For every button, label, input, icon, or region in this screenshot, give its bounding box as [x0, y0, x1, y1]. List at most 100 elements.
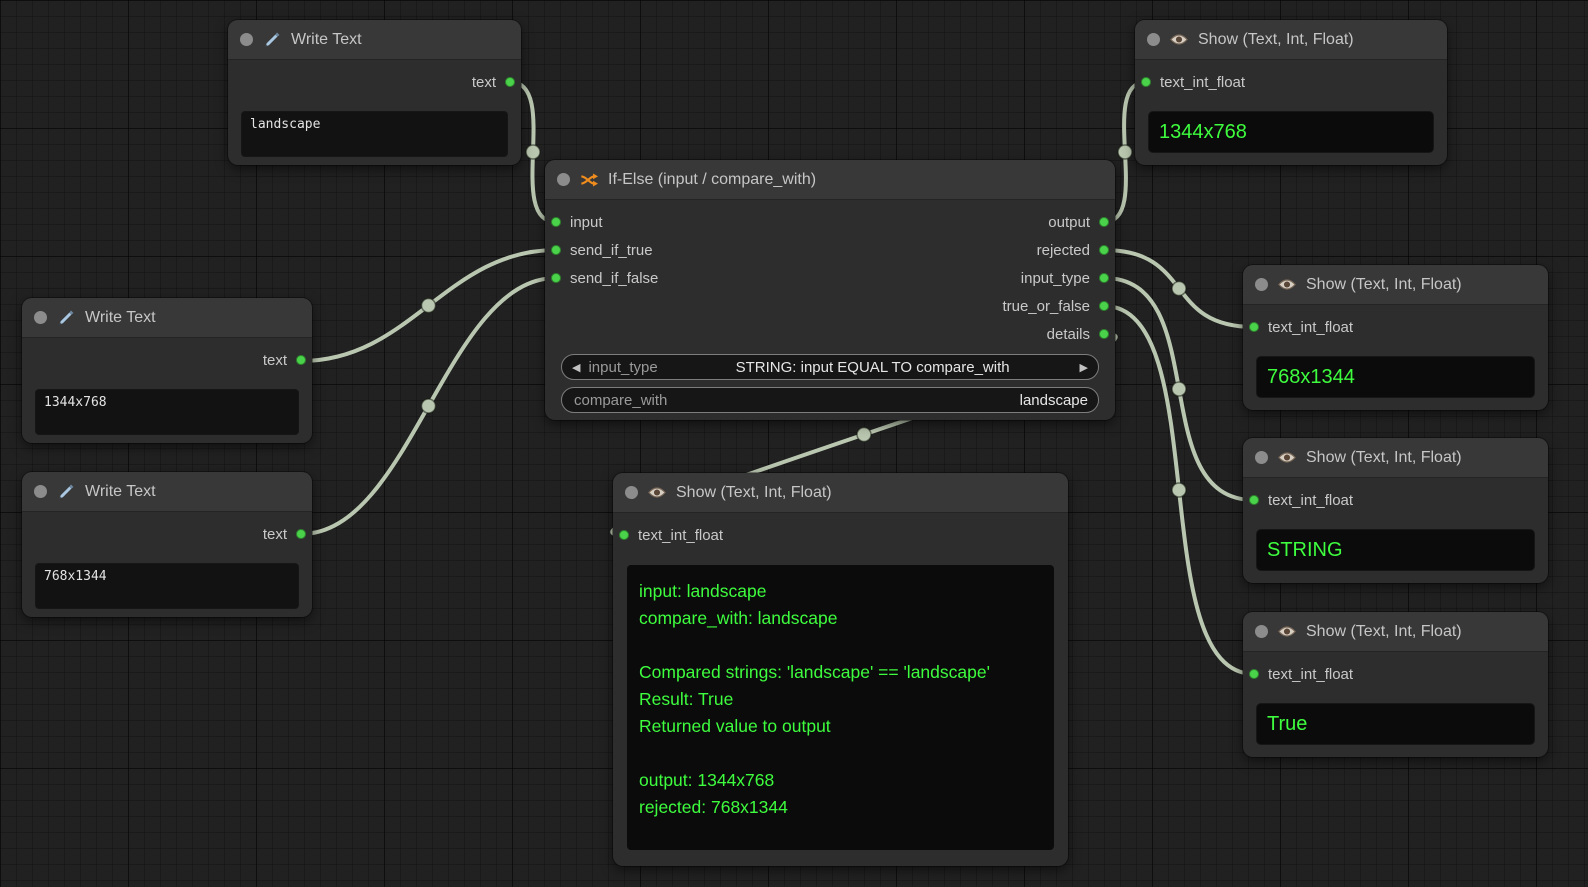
node-header[interactable]: Show (Text, Int, Float) [1135, 20, 1447, 60]
widget-value: landscape [675, 392, 1088, 409]
input-port-text-int-float[interactable] [1141, 77, 1151, 87]
eye-icon [1169, 30, 1189, 50]
link-midpoint-dot[interactable] [1172, 483, 1186, 497]
node-write-text-1[interactable]: Write Text text landscape [228, 20, 521, 165]
node-write-text-2[interactable]: Write Text text 1344x768 [22, 298, 312, 443]
node-show-4[interactable]: Show (Text, Int, Float) text_int_float T… [1243, 612, 1548, 757]
input-port-text-int-float[interactable] [619, 530, 629, 540]
port-label: text_int_float [1268, 492, 1353, 509]
node-if-else[interactable]: If-Else (input / compare_with) input sen… [545, 160, 1115, 420]
show-value-display: 1344x768 [1149, 112, 1433, 152]
port-row: text [22, 346, 312, 374]
link-midpoint-dot[interactable] [422, 299, 436, 313]
link-midpoint-dot[interactable] [422, 399, 436, 413]
show-value-display: True [1257, 704, 1534, 744]
output-port-text[interactable] [505, 77, 515, 87]
input-port-text-int-float[interactable] [1249, 495, 1259, 505]
port-row: rejected [773, 236, 1115, 264]
port-row: true_or_false [773, 292, 1115, 320]
port-row: text_int_float [1243, 313, 1548, 341]
node-show-1[interactable]: Show (Text, Int, Float) text_int_float 1… [1135, 20, 1447, 165]
port-label: output [1048, 214, 1090, 231]
input-port-send-if-true[interactable] [551, 245, 561, 255]
node-show-details[interactable]: Show (Text, Int, Float) text_int_float i… [613, 473, 1068, 866]
node-header[interactable]: Show (Text, Int, Float) [613, 473, 1068, 513]
node-show-2[interactable]: Show (Text, Int, Float) text_int_float 7… [1243, 265, 1548, 410]
node-write-text-3[interactable]: Write Text text 768x1344 [22, 472, 312, 617]
link-midpoint-dot[interactable] [1172, 282, 1186, 296]
node-title: Write Text [291, 31, 362, 49]
node-header[interactable]: Show (Text, Int, Float) [1243, 612, 1548, 652]
output-port-text[interactable] [296, 355, 306, 365]
collapse-toggle-icon[interactable] [1255, 451, 1268, 464]
node-header[interactable]: Write Text [228, 20, 521, 60]
port-label: text [263, 526, 287, 543]
collapse-toggle-icon[interactable] [34, 311, 47, 324]
link-midpoint-dot[interactable] [526, 145, 540, 159]
collapse-toggle-icon[interactable] [240, 33, 253, 46]
port-row: text [22, 520, 312, 548]
link-midpoint-dot[interactable] [1118, 145, 1132, 159]
output-port-details[interactable] [1099, 329, 1109, 339]
output-port-rejected[interactable] [1099, 245, 1109, 255]
port-label: send_if_false [570, 270, 658, 287]
node-graph-canvas[interactable]: Write Text text landscape Write Text te [0, 0, 1588, 887]
link-midpoint-dot[interactable] [857, 428, 871, 442]
eye-icon [647, 483, 667, 503]
input-type-combo-widget[interactable]: ◀ input_type STRING: input EQUAL TO comp… [561, 354, 1099, 380]
collapse-toggle-icon[interactable] [34, 485, 47, 498]
node-title: Show (Text, Int, Float) [676, 484, 832, 502]
node-show-3[interactable]: Show (Text, Int, Float) text_int_float S… [1243, 438, 1548, 583]
text-widget[interactable]: landscape [242, 112, 507, 156]
port-label: true_or_false [1002, 298, 1090, 315]
collapse-toggle-icon[interactable] [1255, 278, 1268, 291]
port-row: text_int_float [1243, 660, 1548, 688]
node-title: Show (Text, Int, Float) [1306, 449, 1462, 467]
collapse-toggle-icon[interactable] [557, 173, 570, 186]
combo-next-arrow-icon[interactable]: ▶ [1080, 361, 1088, 374]
port-label: text_int_float [1268, 319, 1353, 336]
port-label: rejected [1037, 242, 1090, 259]
port-label: input_type [1021, 270, 1090, 287]
eye-icon [1277, 448, 1297, 468]
port-row: text_int_float [1243, 486, 1548, 514]
port-label: text_int_float [1160, 74, 1245, 91]
port-row: text_int_float [613, 521, 1068, 549]
collapse-toggle-icon[interactable] [1255, 625, 1268, 638]
input-port-input[interactable] [551, 217, 561, 227]
port-row: details [773, 320, 1115, 348]
link-midpoint-dot[interactable] [1172, 382, 1186, 396]
port-row: text [228, 68, 521, 96]
input-port-text-int-float[interactable] [1249, 669, 1259, 679]
output-port-input-type[interactable] [1099, 273, 1109, 283]
collapse-toggle-icon[interactable] [625, 486, 638, 499]
output-port-text[interactable] [296, 529, 306, 539]
node-title: Write Text [85, 309, 156, 327]
pen-icon [262, 30, 282, 50]
port-label: text [263, 352, 287, 369]
port-label: text_int_float [1268, 666, 1353, 683]
show-value-display: STRING [1257, 530, 1534, 570]
node-header[interactable]: Show (Text, Int, Float) [1243, 265, 1548, 305]
text-widget[interactable]: 768x1344 [36, 564, 298, 608]
collapse-toggle-icon[interactable] [1147, 33, 1160, 46]
combo-label: input_type [588, 359, 657, 376]
node-title: Show (Text, Int, Float) [1198, 31, 1354, 49]
node-header[interactable]: Write Text [22, 472, 312, 512]
node-header[interactable]: Show (Text, Int, Float) [1243, 438, 1548, 478]
node-title: Show (Text, Int, Float) [1306, 276, 1462, 294]
combo-value: STRING: input EQUAL TO compare_with [666, 359, 1080, 376]
eye-icon [1277, 622, 1297, 642]
input-port-send-if-false[interactable] [551, 273, 561, 283]
node-title: Show (Text, Int, Float) [1306, 623, 1462, 641]
node-header[interactable]: If-Else (input / compare_with) [545, 160, 1115, 200]
output-port-output[interactable] [1099, 217, 1109, 227]
node-header[interactable]: Write Text [22, 298, 312, 338]
combo-prev-arrow-icon[interactable]: ◀ [572, 361, 580, 374]
output-port-true-or-false[interactable] [1099, 301, 1109, 311]
port-label: send_if_true [570, 242, 653, 259]
pen-icon [56, 482, 76, 502]
compare-with-text-widget[interactable]: compare_with landscape [561, 387, 1099, 413]
input-port-text-int-float[interactable] [1249, 322, 1259, 332]
text-widget[interactable]: 1344x768 [36, 390, 298, 434]
